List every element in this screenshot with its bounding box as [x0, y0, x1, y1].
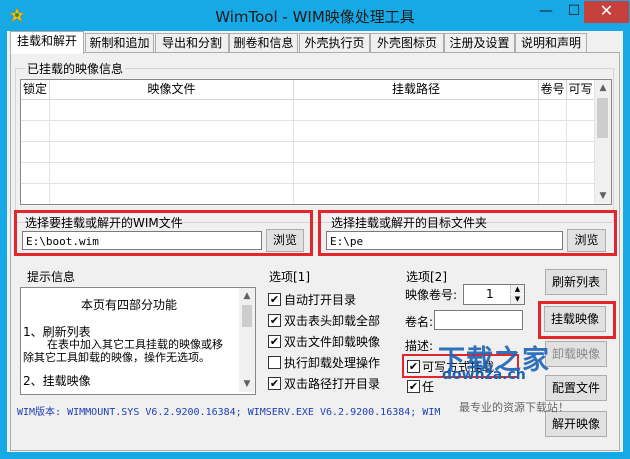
- app-window: WimTool - WIM映像处理工具 — ☐ ✕ 挂载和解开 新制和追加 导出…: [0, 0, 630, 459]
- chevron-up-icon[interactable]: ▲: [510, 285, 524, 294]
- task-label: 任: [422, 380, 435, 394]
- options1-title: 选项[1]: [267, 268, 312, 285]
- tab-export-split[interactable]: 导出和分割: [155, 33, 229, 53]
- grid-line: [21, 162, 596, 163]
- close-button[interactable]: ✕: [584, 1, 629, 23]
- tab-about[interactable]: 说明和声明: [515, 33, 587, 53]
- tab-panel: 已挂载的映像信息 锁定 映像文件 挂载路径 卷号 可写 ▲ ▼ 选择要挂载或解开…: [10, 52, 620, 451]
- option-label: 执行卸载处理操作: [284, 356, 381, 370]
- browse-folder-button[interactable]: 浏览: [567, 229, 606, 252]
- title-bar[interactable]: WimTool - WIM映像处理工具 — ☐ ✕: [1, 1, 629, 31]
- column-header-image-file[interactable]: 映像文件: [50, 80, 294, 100]
- target-folder-label: 选择挂载或解开的目标文件夹: [331, 216, 488, 230]
- column-header-writable[interactable]: 可写: [567, 80, 595, 100]
- refresh-list-button[interactable]: 刷新列表: [545, 269, 607, 295]
- minimize-button[interactable]: —: [533, 1, 559, 23]
- volume-name-input[interactable]: [434, 310, 523, 330]
- description-label: 描述:: [405, 339, 434, 353]
- tips-title: 提示信息: [25, 268, 78, 285]
- checkbox-unmount-process[interactable]: [268, 356, 281, 369]
- chevron-down-icon[interactable]: ▼: [510, 295, 524, 304]
- target-folder-input[interactable]: E:\pe: [326, 231, 563, 250]
- mount-image-button[interactable]: 挂载映像: [544, 306, 606, 332]
- tips-line: 本页有四部分功能: [81, 298, 178, 312]
- tips-scrollbar[interactable]: ▲ ▼: [239, 288, 255, 392]
- option-label: 双击路径打开目录: [284, 377, 381, 391]
- grid-line: [293, 100, 294, 204]
- image-index-label: 映像卷号:: [405, 288, 458, 302]
- tab-shell-exec[interactable]: 外壳执行页: [299, 33, 370, 53]
- checkbox-auto-open[interactable]: ✔: [268, 293, 281, 306]
- column-header-lock[interactable]: 锁定: [21, 80, 50, 100]
- grid-line: [21, 183, 596, 184]
- grid-line: [21, 141, 596, 142]
- config-file-button[interactable]: 配置文件: [545, 375, 607, 401]
- grid-line: [21, 120, 596, 121]
- unmount-image-button[interactable]: 卸载映像: [545, 341, 607, 367]
- tips-line: 2、挂载映像: [23, 374, 91, 388]
- options2-title: 选项[2]: [404, 268, 449, 285]
- tab-register-settings[interactable]: 注册及设置: [444, 33, 515, 53]
- grid-line: [49, 100, 50, 204]
- table-scrollbar[interactable]: ▲ ▼: [594, 80, 611, 204]
- grid-line: [538, 100, 539, 204]
- option-label: 双击文件卸载映像: [284, 335, 381, 349]
- checkbox-dblclick-path[interactable]: ✔: [268, 377, 281, 390]
- tab-mount-extract[interactable]: 挂载和解开: [10, 31, 84, 54]
- tab-shell-icon[interactable]: 外壳图标页: [370, 33, 444, 53]
- scroll-up-icon[interactable]: ▲: [239, 288, 255, 304]
- scroll-down-icon[interactable]: ▼: [595, 188, 611, 204]
- watermark-url: downza.cn: [442, 367, 526, 383]
- wim-file-label: 选择要挂载或解开的WIM文件: [25, 216, 183, 230]
- client-area: 挂载和解开 新制和追加 导出和分割 删卷和信息 外壳执行页 外壳图标页 注册及设…: [7, 31, 623, 452]
- tab-delete-info[interactable]: 删卷和信息: [229, 33, 298, 53]
- scroll-thumb[interactable]: [597, 98, 608, 138]
- tips-textarea[interactable]: 本页有四部分功能 1、刷新列表 在表中加入其它工具挂载的映像或移 除其它工具卸载…: [20, 287, 256, 395]
- grid-line: [566, 100, 567, 204]
- checkbox-writable-mount[interactable]: ✔: [407, 360, 420, 373]
- scroll-down-icon[interactable]: ▼: [239, 376, 255, 392]
- browse-wim-button[interactable]: 浏览: [266, 229, 304, 252]
- wim-file-input[interactable]: E:\boot.wim: [22, 231, 262, 250]
- checkbox-dblclick-header[interactable]: ✔: [268, 314, 281, 327]
- mounted-group-title: 已挂载的映像信息: [25, 60, 126, 77]
- scroll-thumb[interactable]: [242, 305, 252, 327]
- image-index-stepper[interactable]: 1 ▲ ▼: [463, 284, 525, 305]
- tips-line: 除其它工具卸载的映像，操作无选项。: [23, 351, 210, 364]
- checkbox-task[interactable]: ✔: [407, 380, 420, 393]
- tab-new-append[interactable]: 新制和追加: [85, 33, 154, 53]
- checkbox-dblclick-file[interactable]: ✔: [268, 335, 281, 348]
- column-header-index[interactable]: 卷号: [539, 80, 567, 100]
- image-index-value: 1: [486, 287, 494, 301]
- mounted-table[interactable]: 锁定 映像文件 挂载路径 卷号 可写 ▲ ▼: [20, 79, 612, 205]
- scroll-up-icon[interactable]: ▲: [595, 80, 611, 96]
- column-header-mount-path[interactable]: 挂载路径: [294, 80, 539, 100]
- volume-name-label: 卷名:: [405, 315, 434, 329]
- option-label: 双击表头卸载全部: [284, 314, 381, 328]
- watermark-subtitle: 最专业的资源下载站！: [459, 401, 569, 414]
- option-label: 自动打开目录: [284, 293, 357, 307]
